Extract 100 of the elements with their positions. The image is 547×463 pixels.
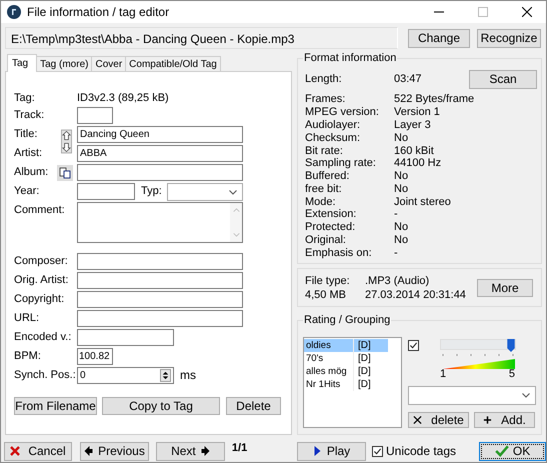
info-label: Extension: — [305, 208, 358, 222]
field-label: Copyright: — [14, 292, 66, 308]
close-icon[interactable] — [522, 6, 532, 17]
grouping-item[interactable]: 70's [D] — [304, 352, 388, 366]
page-counter: 1/1 — [232, 441, 248, 454]
recognize-button[interactable]: Recognize — [477, 28, 541, 48]
delete-button[interactable]: Delete — [226, 397, 281, 416]
more-button[interactable]: More — [477, 278, 533, 297]
delete-button[interactable]: delete — [408, 412, 469, 428]
arrow-right-icon — [200, 446, 210, 456]
text-field[interactable]: ABBA — [77, 145, 243, 162]
field-label: Tag: — [14, 91, 36, 106]
grouping-list[interactable]: oldies [D] 70's [D] alles mög [D] Nr 1Hits [D] — [303, 337, 402, 428]
previous-button[interactable]: Previous — [80, 442, 149, 461]
info-value: - — [394, 208, 399, 222]
unit-label: ms — [179, 367, 196, 384]
info-value: Layer 3 — [394, 118, 432, 132]
text-field[interactable] — [77, 253, 243, 270]
close-icon — [10, 446, 20, 456]
field-label: Year: — [14, 184, 40, 200]
rating-slider[interactable] — [440, 339, 516, 350]
scan-button[interactable]: Scan — [469, 70, 537, 89]
grouping-dropdown[interactable] — [408, 386, 536, 406]
text-field[interactable]: Dancing Queen — [77, 126, 243, 144]
window-title: File information / tag editor — [27, 4, 170, 19]
play-button[interactable]: Play — [297, 442, 366, 461]
info-value: No — [394, 234, 410, 247]
checkmark-icon — [494, 445, 509, 458]
text-field[interactable] — [77, 291, 243, 308]
info-label: Buffered: — [305, 170, 350, 183]
tag-version: ID3v2.3 (89,25 kB) — [77, 91, 170, 106]
rating-gradient — [443, 359, 515, 370]
info-value: No — [394, 221, 410, 234]
info-value: Version 1 — [394, 106, 441, 119]
slider-thumb[interactable] — [507, 339, 515, 352]
next-button[interactable]: Next — [156, 442, 225, 461]
text-field[interactable] — [77, 310, 243, 328]
chevron-down-icon — [522, 393, 530, 398]
ok-button[interactable]: OK — [479, 442, 546, 461]
text-field[interactable] — [77, 164, 243, 182]
text-field[interactable]: 100.82 — [77, 348, 113, 366]
unicode-checkbox[interactable] — [372, 446, 383, 457]
checkbox-label[interactable]: Unicode tags — [386, 444, 456, 458]
from-filename-button[interactable]: From Filename — [14, 397, 97, 416]
comment-field[interactable] — [77, 202, 243, 244]
change-button[interactable]: Change — [408, 28, 470, 48]
info-label: Bit rate: — [305, 144, 344, 158]
info-label: free bit: — [305, 182, 343, 196]
field-label: Artist: — [14, 146, 44, 162]
spin-arrows-icon[interactable] — [160, 369, 171, 382]
close-icon — [413, 415, 422, 426]
play-icon — [312, 446, 322, 456]
tab[interactable]: Tag — [7, 54, 38, 72]
info-label: Original: — [305, 234, 347, 247]
info-value: No — [394, 170, 410, 183]
file-path: E:\Temp\mp3test\Abba - Dancing Queen - Kopie.mp3 — [5, 27, 398, 50]
file-size: 4,50 MB — [305, 288, 347, 302]
info-value: - — [394, 246, 399, 260]
info-label: Emphasis on: — [305, 246, 373, 260]
scale-min: 1 — [440, 369, 446, 380]
info-label: Mode: — [305, 196, 337, 208]
field-label: Title: — [14, 127, 38, 142]
info-label: MPEG version: — [305, 106, 380, 119]
chevron-down-icon — [229, 190, 237, 195]
tab[interactable]: Tag (more) — [36, 56, 92, 72]
field-label: BPM: — [14, 349, 42, 364]
plus-icon — [483, 415, 492, 426]
info-value: No — [394, 182, 410, 196]
info-value: 44100 Hz — [394, 157, 442, 170]
type-dropdown[interactable] — [167, 183, 243, 202]
grouping-item[interactable]: oldies [D] — [304, 339, 388, 352]
info-label: Length: — [305, 73, 343, 86]
grouping-item[interactable]: alles mög [D] — [304, 365, 388, 378]
info-label: File type: — [305, 274, 351, 288]
swap-arrows-icon[interactable] — [61, 129, 72, 154]
field-label: Encoded v.: — [14, 330, 72, 346]
spin-field[interactable]: 0 — [77, 367, 174, 384]
text-field[interactable] — [77, 107, 113, 124]
group-title: Rating / Grouping — [303, 314, 392, 326]
text-field[interactable] — [77, 272, 243, 290]
text-field[interactable] — [77, 329, 174, 346]
grouping-item[interactable]: Nr 1Hits [D] — [304, 378, 388, 392]
app-icon — [7, 4, 21, 19]
year-field[interactable] — [77, 183, 135, 200]
info-value: No — [394, 132, 410, 144]
add-button[interactable]: Add. — [474, 412, 535, 428]
field-label: Composer: — [14, 254, 69, 270]
cancel-button[interactable]: Cancel — [4, 442, 72, 461]
field-label: Typ: — [140, 184, 163, 200]
arrow-left-icon — [84, 446, 94, 456]
info-label: Protected: — [305, 221, 356, 234]
copy-icon[interactable] — [57, 165, 73, 182]
checkbox[interactable] — [408, 340, 419, 352]
copy-to-tag-button[interactable]: Copy to Tag — [102, 397, 220, 416]
tab[interactable]: Compatible/Old Tag — [125, 56, 221, 72]
group-title: Format information — [303, 52, 398, 64]
field-label: URL: — [14, 311, 40, 326]
field-label: Comment: — [14, 203, 66, 218]
field-label: Album: — [14, 165, 50, 180]
field-label: Orig. Artist: — [14, 273, 70, 288]
